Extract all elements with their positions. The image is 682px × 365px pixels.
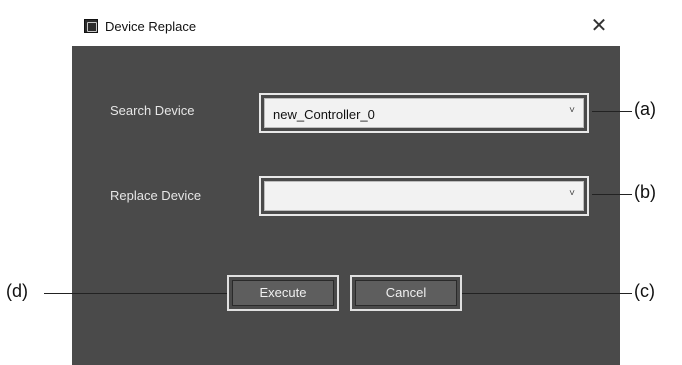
callout-c-label: (c) bbox=[634, 281, 655, 301]
callout-a-line bbox=[592, 111, 632, 112]
close-button[interactable]: ✕ bbox=[588, 14, 610, 38]
search-device-dropdown[interactable]: new_Controller_0 ˅ bbox=[264, 98, 584, 128]
callout-c-line bbox=[462, 293, 632, 294]
execute-button-frame: Execute bbox=[227, 275, 339, 311]
callout-b-line bbox=[592, 194, 632, 195]
cancel-button-frame: Cancel bbox=[350, 275, 462, 311]
dialog-title: Device Replace bbox=[105, 19, 197, 34]
search-device-label: Search Device bbox=[110, 103, 195, 118]
replace-device-dropdown[interactable]: ˅ bbox=[264, 181, 584, 211]
device-replace-dialog: Device Replace ✕ Search Device new_Contr… bbox=[72, 8, 620, 365]
app-icon bbox=[84, 19, 98, 33]
title-bar: Device Replace ✕ bbox=[72, 8, 620, 46]
callout-b-label: (b) bbox=[634, 182, 656, 202]
callout-a-label: (a) bbox=[634, 99, 656, 119]
chevron-down-icon[interactable]: ˅ bbox=[569, 188, 575, 199]
callout-d-line bbox=[44, 293, 227, 294]
callout-d-label: (d) bbox=[6, 281, 28, 301]
cancel-button[interactable]: Cancel bbox=[355, 280, 457, 306]
execute-button[interactable]: Execute bbox=[232, 280, 334, 306]
search-device-combo-frame: new_Controller_0 ˅ bbox=[259, 93, 589, 133]
replace-device-label: Replace Device bbox=[110, 188, 202, 203]
replace-device-combo-frame: ˅ bbox=[259, 176, 589, 216]
search-device-value: new_Controller_0 bbox=[273, 107, 375, 122]
chevron-down-icon[interactable]: ˅ bbox=[569, 105, 575, 116]
